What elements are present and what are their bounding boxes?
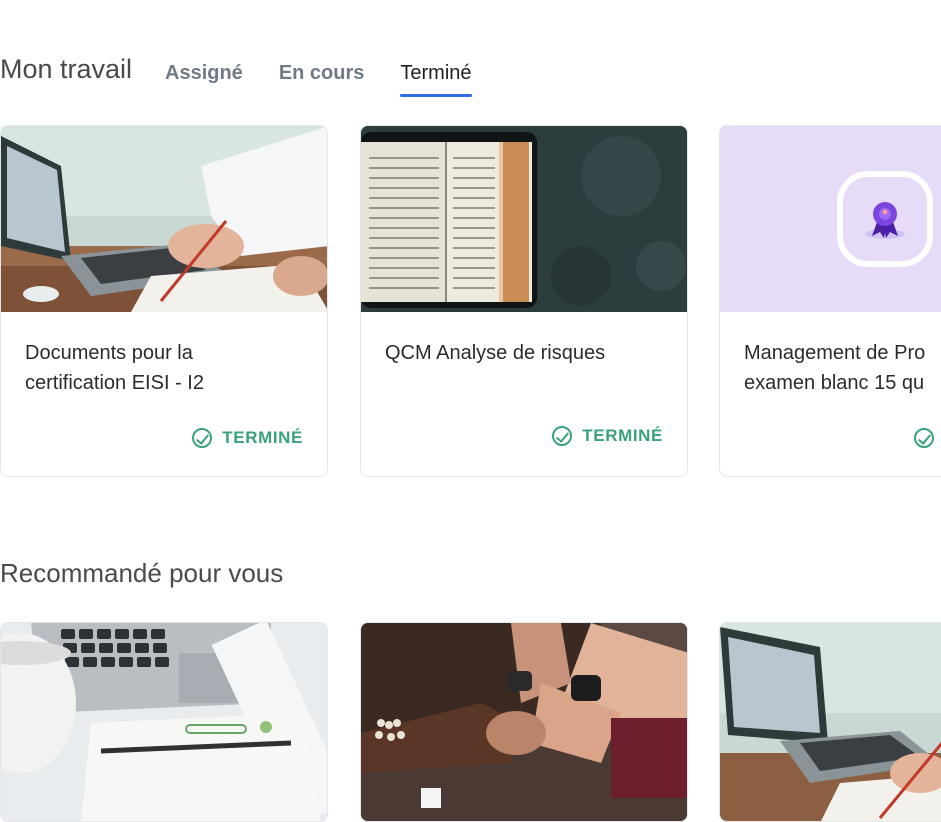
card-title: Management de Pro examen blanc 15 qu <box>744 342 926 394</box>
laptop-desk-photo <box>720 623 941 821</box>
status-badge: TERMINÉ <box>192 428 303 448</box>
card-thumbnail-award <box>720 126 941 312</box>
work-card[interactable]: QCM Analyse de risques TERMINÉ <box>360 125 688 477</box>
recommended-card[interactable] <box>0 622 328 822</box>
my-work-title: Mon travail <box>0 54 133 84</box>
fist-bump-photo <box>361 623 687 821</box>
work-card[interactable]: Documents pour la certification EISI - I… <box>0 125 328 477</box>
tab-assigned[interactable]: Assigné <box>165 58 243 97</box>
check-circle-icon <box>552 426 573 446</box>
work-card[interactable]: Management de Pro examen blanc 15 qu <box>719 125 941 477</box>
work-tabs: Assigné En cours Terminé <box>165 58 508 97</box>
keyboard-notebook-photo <box>1 623 327 821</box>
card-title: Documents pour la certification EISI - I… <box>25 342 204 394</box>
status-badge: TERMINÉ <box>552 426 663 446</box>
check-circle-icon <box>914 428 934 448</box>
tab-completed[interactable]: Terminé <box>400 58 472 97</box>
recommended-card[interactable] <box>360 622 688 822</box>
tab-in-progress[interactable]: En cours <box>279 58 365 97</box>
status-badge <box>914 428 941 448</box>
card-title: QCM Analyse de risques <box>385 342 606 364</box>
recommended-card[interactable] <box>719 622 941 822</box>
check-circle-icon <box>192 428 213 448</box>
recommended-title: Recommandé pour vous <box>0 558 284 588</box>
card-thumbnail-laptop-photo <box>1 126 327 312</box>
card-thumbnail-book-photo <box>361 126 687 312</box>
